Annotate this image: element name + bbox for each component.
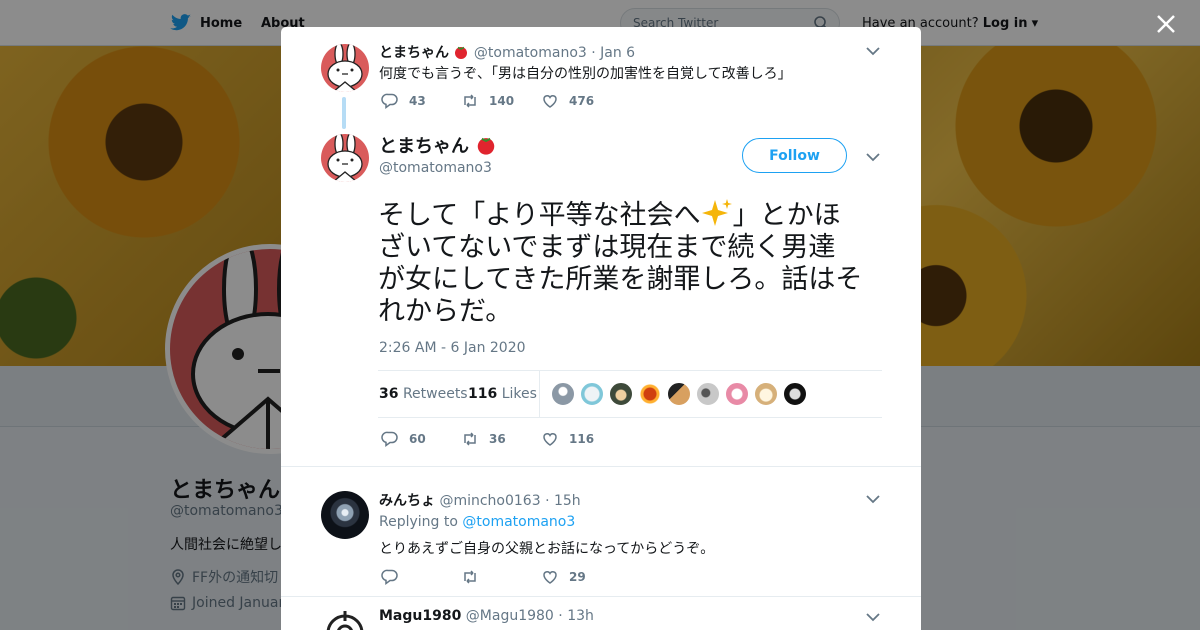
main-tweet-line-2: ざいてないでまずは現在まで続く男達 [378,232,836,263]
replying-to-link[interactable]: @tomatomano3 [462,514,575,530]
like-count: 476 [569,94,595,108]
section-divider [281,466,921,467]
retweet-stat-label: Retweets [402,386,468,402]
liker-avatar[interactable] [754,382,778,406]
like-stat[interactable]: 116 Likes [468,386,537,402]
bunny-avatar-icon [321,134,369,182]
main-tweet-actions: 60 36 116 [381,430,621,448]
liker-avatar[interactable] [609,382,633,406]
reply-avatar[interactable] [321,609,369,630]
reply-time[interactable]: · 13h [558,608,594,624]
like-icon [543,433,557,446]
retweet-button[interactable]: 140 [461,92,541,110]
main-tweet-avatar[interactable] [321,134,369,182]
tweet-stats: 36 Retweets 116 Likes [378,370,882,418]
main-tweet-line-4: れからだ。 [378,296,513,327]
retweet-button[interactable] [461,568,541,586]
retweet-count: 36 [489,432,506,446]
liker-avatar[interactable] [783,382,807,406]
chevron-down-icon[interactable] [866,494,880,504]
chevron-down-icon[interactable] [866,152,880,162]
main-tweet-author-name[interactable]: とまちゃん [379,132,497,158]
main-tweet-text: そして「より平等な社会へ 」とかほ ざいてないでまずは現在まで続く男達 が女にして… [378,198,888,328]
close-icon[interactable] [1152,10,1180,38]
retweet-stat[interactable]: 36 Retweets [379,386,468,402]
reply-actions: 29 [381,568,621,586]
tweet-actions: 43 140 476 [381,92,621,110]
main-tweet-name-text: とまちゃん [379,136,469,157]
liker-avatar[interactable] [725,382,749,406]
section-divider [281,596,921,597]
liker-avatar[interactable] [667,382,691,406]
liker-avatar[interactable] [696,382,720,406]
retweet-icon [464,432,476,446]
stats-divider [539,371,540,418]
liker-avatar[interactable] [580,382,604,406]
like-icon [543,95,557,108]
reply-avatar[interactable] [321,491,369,539]
sparkles-icon [701,199,732,226]
reply-icon [381,431,398,447]
replying-to-prefix: Replying to [379,514,458,530]
retweet-button[interactable]: 36 [461,430,541,448]
bunny-avatar-icon [321,44,369,92]
main-tweet-line-3: が女にしてきた所業を謝罪しろ。話はそ [378,264,863,295]
tomato-icon [478,137,495,155]
tweet-author-handle[interactable]: @tomatomano3 [474,45,587,61]
like-button[interactable]: 476 [541,92,621,110]
like-icon [543,571,557,584]
follow-button[interactable]: Follow [742,138,847,173]
reply-author-name[interactable]: みんちょ [379,493,435,509]
liker-avatars [551,382,807,406]
retweet-icon [464,94,476,108]
reply-author-handle[interactable]: @Magu1980 [466,608,554,624]
reply-count: 43 [409,94,426,108]
reply-time[interactable]: · 15h [545,493,581,509]
reply-icon [381,93,398,109]
chevron-down-icon[interactable] [866,46,880,56]
chevron-down-icon[interactable] [866,612,880,622]
emblem-avatar-icon [321,609,369,630]
reply-author-handle[interactable]: @mincho0163 [439,493,540,509]
reply-icon [381,569,398,585]
like-button[interactable]: 116 [541,430,621,448]
main-tweet-text-part: そして「より平等な社会へ [378,200,701,231]
reply-button[interactable]: 60 [381,430,461,448]
main-tweet-line-1: そして「より平等な社会へ 」とかほ [378,198,888,232]
like-stat-label: Likes [501,386,537,402]
replying-to: Replying to @tomatomano3 [379,514,575,530]
main-tweet-timestamp[interactable]: 2:26 AM - 6 Jan 2020 [379,340,526,356]
main-tweet-author-handle[interactable]: @tomatomano3 [379,160,492,176]
tweet-text: 何度でも言うぞ、「男は自分の性別の加害性を自覚して改善しろ」 [379,66,792,82]
liker-avatar[interactable] [551,382,575,406]
reply-count: 60 [409,432,426,446]
like-button[interactable]: 29 [541,568,621,586]
retweet-stat-count: 36 [379,386,399,402]
main-tweet-text-part: 」とかほ [732,200,841,231]
retweet-count: 140 [489,94,515,108]
thread-connector [342,97,346,129]
like-count: 29 [569,570,586,584]
tweet-author-name[interactable]: とまちゃん [379,45,449,61]
tweet-avatar[interactable] [321,44,369,92]
reply-button[interactable] [381,568,461,586]
reply-text: とりあえずご自身の父親とお話になってからどうぞ。 [379,541,715,557]
tweet-time[interactable]: · Jan 6 [591,45,635,61]
reply-header: みんちょ @mincho0163 · 15h [379,490,581,510]
reply-button[interactable]: 43 [381,92,461,110]
reply-header: Magu1980 @Magu1980 · 13h [379,608,594,624]
tomato-icon [455,46,468,59]
retweet-icon [464,570,476,584]
like-count: 116 [569,432,595,446]
reply-author-name[interactable]: Magu1980 [379,608,461,624]
tweet-modal: とまちゃん @tomatomano3 · Jan 6 何度でも言うぞ、「男は自分… [281,27,921,630]
liker-avatar[interactable] [638,382,662,406]
like-stat-count: 116 [468,386,498,402]
tweet-header: とまちゃん @tomatomano3 · Jan 6 [379,42,635,62]
